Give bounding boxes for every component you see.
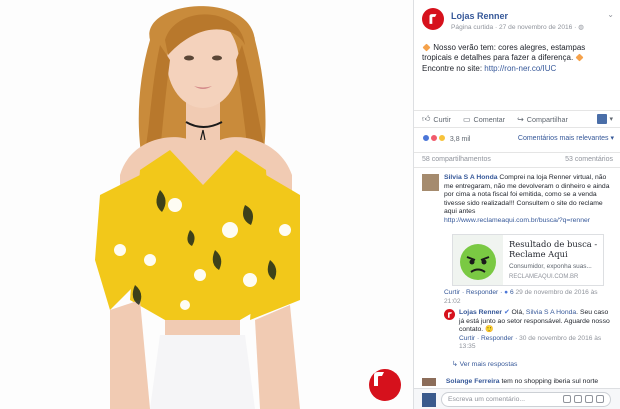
share-button[interactable]: ↪ Compartilhar: [517, 115, 568, 124]
preview-domain: RECLAMEAQUI.COM.BR: [509, 274, 579, 280]
view-more-replies-link[interactable]: ↳ Ver mais respostas: [452, 360, 517, 368]
like-label: Curtir: [433, 114, 451, 124]
comment-sort-dropdown[interactable]: Comentários mais relevantes ▾: [518, 134, 614, 142]
comment-like-reply[interactable]: Curtir · Responder ·: [444, 289, 502, 296]
diamond-emoji-icon: [575, 53, 584, 62]
link-preview-card[interactable]: Resultado de busca - Reclame Aqui Consum…: [452, 234, 604, 286]
love-reaction-icon: [429, 134, 438, 142]
comment-item: Silvia S A Honda Comprei na loja Renner …: [422, 174, 614, 305]
renner-logo-watermark: [369, 369, 401, 401]
reply-avatar[interactable]: [444, 309, 455, 320]
post-as-selector[interactable]: ▾: [597, 114, 613, 124]
comment-like-icon: ●: [504, 289, 509, 296]
page-name-link[interactable]: Lojas Renner: [451, 11, 508, 21]
reply-author[interactable]: Lojas Renner: [459, 309, 502, 316]
more-replies-label: Ver mais respostas: [459, 361, 518, 368]
current-user-avatar: [422, 393, 436, 407]
comment-button[interactable]: ▭ Comentar: [463, 115, 505, 124]
wow-reaction-icon: [437, 134, 446, 142]
thumbs-up-icon: 👍︎: [422, 114, 431, 123]
post-panel: Lojas Renner Página curtida · 27 de nove…: [413, 0, 620, 409]
reply-mention[interactable]: Silvia S A Honda: [526, 309, 576, 316]
comment-like-count: 6: [509, 289, 514, 296]
commenter-name[interactable]: Solange Ferreira: [446, 378, 500, 385]
comments-count[interactable]: 53 comentários: [565, 156, 613, 163]
post-meta-text: Página curtida · 27 de novembro de 2016 …: [451, 24, 577, 31]
user-avatar-small: [597, 114, 608, 124]
camera-icon[interactable]: [574, 395, 582, 403]
emoji-icon[interactable]: [563, 395, 571, 403]
post-header: Lojas Renner Página curtida · 27 de nove…: [422, 8, 614, 34]
globe-icon: ◍: [578, 24, 584, 31]
like-button[interactable]: 👍︎ Curtir: [422, 114, 451, 124]
like-reaction-icon: [422, 134, 430, 142]
post-text-line2-prefix: Encontre no site:: [422, 63, 485, 73]
comment-text: tem no shopping iberia sul norte: [501, 378, 599, 385]
model-illustration: [0, 0, 413, 409]
post-action-bar: 👍︎ Curtir ▭ Comentar ↪ Compartilhar ▾: [414, 110, 620, 128]
comment-link[interactable]: http://www.reclameaqui.com.br/busca/?q=r…: [444, 217, 590, 224]
sticker-icon[interactable]: [596, 395, 604, 403]
commenter-name[interactable]: Silvia S A Honda: [444, 174, 498, 181]
comment-icon: ▭: [462, 114, 471, 124]
verified-icon: ✔: [503, 309, 510, 316]
post-link[interactable]: http://ron-ner.co/IUC: [484, 64, 556, 73]
page-avatar[interactable]: [422, 8, 444, 30]
share-icon: ↪: [517, 114, 524, 124]
post-photo[interactable]: [0, 0, 413, 409]
reply-arrow-icon: ↳: [452, 361, 458, 368]
commenter-avatar[interactable]: [422, 378, 436, 386]
post-text-line1: Nosso verão tem: cores alegres, estampas…: [422, 43, 586, 63]
comment-actions: Curtir · Responder · ● 6 29 de novembro …: [444, 289, 614, 306]
comment-input[interactable]: Escreva um comentário...: [441, 392, 611, 407]
comment-label: Comentar: [473, 114, 506, 124]
gif-icon[interactable]: [585, 395, 593, 403]
post-meta: Página curtida · 27 de novembro de 2016 …: [451, 23, 584, 31]
reply-item: Lojas Renner ✔ Olá, Silvia S A Honda. Se…: [444, 309, 614, 352]
commenter-avatar[interactable]: [422, 174, 439, 191]
post-text: Nosso verão tem: cores alegres, estampas…: [422, 43, 612, 74]
preview-title: Resultado de busca - Reclame Aqui: [509, 239, 598, 259]
shares-count[interactable]: 58 compartilhamentos: [422, 156, 491, 163]
comment-item: Solange Ferreira tem no shopping iberia …: [422, 378, 614, 386]
reply-like-reply[interactable]: Curtir · Responder ·: [459, 335, 517, 342]
preview-subtitle: Consumidor, exponha suas...: [509, 263, 592, 270]
reclame-aqui-thumbnail: [453, 235, 503, 285]
chevron-down-icon[interactable]: ⌄: [607, 10, 614, 19]
reply-text-prefix: Olá,: [511, 309, 526, 316]
share-label: Compartilhar: [526, 114, 568, 124]
reaction-count: 3,8 mil: [449, 136, 471, 143]
post-stats: 58 compartilhamentos 53 comentários: [414, 152, 620, 168]
comment-input-placeholder: Escreva um comentário...: [448, 396, 526, 403]
reactions-summary[interactable]: 3,8 mil Comentários mais relevantes ▾: [422, 134, 614, 146]
comment-composer: Escreva um comentário...: [414, 388, 620, 409]
diamond-emoji-icon: [422, 43, 431, 52]
